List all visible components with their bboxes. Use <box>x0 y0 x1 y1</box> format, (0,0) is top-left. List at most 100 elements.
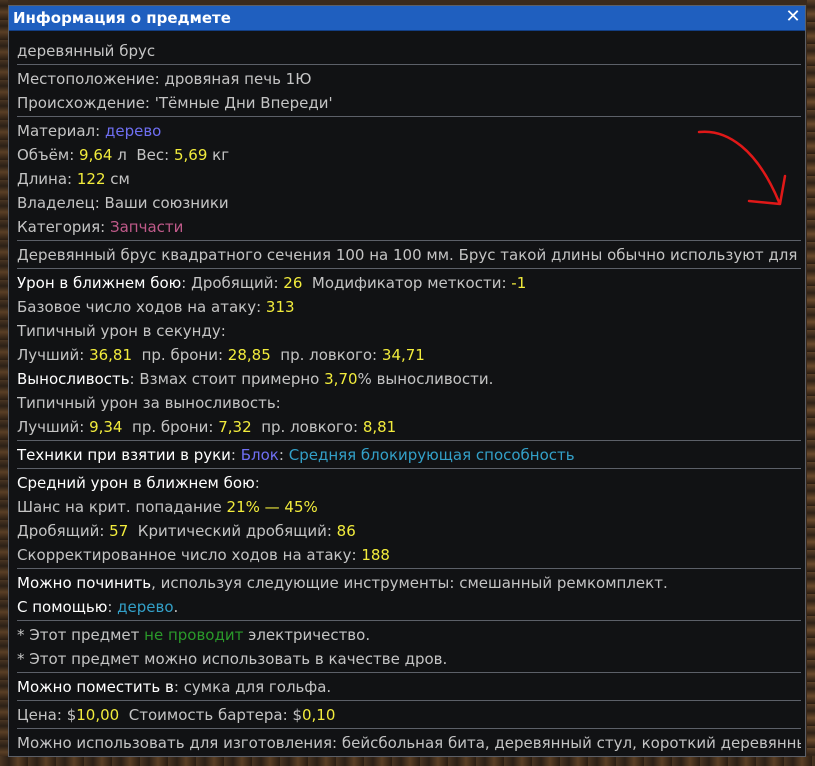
location-value: дровяная печь 1Ю <box>164 70 312 88</box>
divider <box>17 64 801 65</box>
red-arrow-annotation <box>697 130 787 206</box>
best-label: Лучший: <box>17 346 85 364</box>
agile-value: 34,71 <box>381 346 425 364</box>
avg-bash-row: Дробящий: 57 Критический дробящий: 86 <box>17 519 801 543</box>
adj-moves-value: 188 <box>361 546 390 564</box>
barter-label: Стоимость бартера: $ <box>128 706 302 724</box>
category-row: Категория: Запчасти <box>17 215 801 239</box>
avg-bash-label: Дробящий: <box>17 522 105 540</box>
divider <box>17 468 801 469</box>
divider <box>17 700 801 701</box>
block-desc: Средняя блокирующая способность <box>288 446 575 464</box>
divider <box>17 440 801 441</box>
adj-moves-row: Скорректированное число ходов на атаку: … <box>17 543 801 567</box>
length-value: 122 <box>76 170 106 188</box>
barter-value: 0,10 <box>301 706 336 724</box>
arrow-head <box>747 174 787 206</box>
best-value: 36,81 <box>89 346 133 364</box>
item-details: деревянный брус Местоположение: дровяная… <box>17 39 801 755</box>
block-label: Блок <box>240 446 279 464</box>
avg-melee-header-row: Средний урон в ближнем бою: <box>17 474 260 492</box>
background-bottom-edge <box>0 756 815 766</box>
repair-with-label: С помощью <box>17 598 108 616</box>
s-agile-label: пр. ловкого: <box>261 418 359 436</box>
volume-unit: л <box>112 146 127 164</box>
material-row: Материал: дерево <box>17 119 801 143</box>
container-label: Можно поместить в <box>17 678 174 696</box>
stamina-text: Взмах стоит примерно <box>139 370 320 388</box>
stamina-row: Выносливость: Взмах стоит примерно 3,70%… <box>17 370 494 388</box>
weight-label: Вес: <box>136 146 170 164</box>
s-armor-label: пр. брони: <box>132 418 214 436</box>
location-row: Местоположение: дровяная печь 1Ю <box>17 67 801 91</box>
armor-label: пр. брони: <box>141 346 224 364</box>
melee-damage-row: Урон в ближнем бою: Дробящий: 26 Модифик… <box>17 274 527 292</box>
craft-row: Можно использовать для изготовления: бей… <box>17 731 801 755</box>
craft-label: Можно использовать для изготовления: <box>17 734 338 752</box>
origin-label: Происхождение: <box>17 94 150 112</box>
volume-label: Объём: <box>17 146 75 164</box>
techniques-row: Техники при взятии в руки: Блок: Средняя… <box>17 446 575 464</box>
window-title: Информация о предмете <box>13 9 231 27</box>
length-row: Длина: 122 см <box>17 167 801 191</box>
divider <box>17 268 801 269</box>
price-row: Цена: $10,00 Стоимость бартера: $0,10 <box>17 703 801 727</box>
close-icon[interactable]: ✕ <box>784 8 802 26</box>
price-label: Цена: $ <box>17 706 77 724</box>
length-unit: см <box>105 170 130 188</box>
note1-post: электричество. <box>243 626 371 644</box>
container-row: Можно поместить в: сумка для гольфа. <box>17 678 332 696</box>
melee-header: Урон в ближнем бою <box>17 274 182 292</box>
armor-value: 28,85 <box>227 346 271 364</box>
agile-label: пр. ловкого: <box>280 346 378 364</box>
divider <box>17 672 801 673</box>
base-moves-value: 313 <box>265 298 295 316</box>
background-right-edge <box>807 0 815 766</box>
note1-pre: * Этот предмет <box>17 626 145 644</box>
stamina-dmg-header: Типичный урон за выносливость: <box>17 394 281 412</box>
divider <box>17 728 801 729</box>
owner-row: Владелец: Ваши союзники <box>17 191 801 215</box>
divider <box>17 240 801 241</box>
stamina-text-post: % выносливости. <box>357 370 494 388</box>
item-info-window: Информация о предмете ✕ деревянный брус … <box>8 5 806 757</box>
note1-value: не проводит <box>144 626 244 644</box>
crit-label: Шанс на крит. попадание <box>17 498 222 516</box>
material-label: Материал: <box>17 122 101 140</box>
dps-row: Лучший: 36,81 пр. брони: 28,85 пр. ловко… <box>17 343 801 367</box>
material-value: дерево <box>104 122 162 140</box>
avg-bash-value: 57 <box>109 522 129 540</box>
note-firewood: * Этот предмет можно использовать в каче… <box>17 650 448 668</box>
background-left-edge <box>0 0 8 766</box>
divider <box>17 116 801 117</box>
owner-label: Владелец: <box>17 194 100 212</box>
s-agile-value: 8,81 <box>362 418 397 436</box>
stamina-dmg-row: Лучший: 9,34 пр. брони: 7,32 пр. ловкого… <box>17 415 801 439</box>
arrow-shaft <box>697 130 781 204</box>
s-best-value: 9,34 <box>89 418 123 436</box>
dps-header: Типичный урон в секунду: <box>17 322 226 340</box>
description: Деревянный брус квадратного сечения 100 … <box>17 246 798 264</box>
title-bar[interactable]: Информация о предмете ✕ <box>9 6 805 31</box>
weight-value: 5,69 <box>173 146 208 164</box>
s-armor-value: 7,32 <box>218 418 252 436</box>
avg-melee-header: Средний урон в ближнем бою <box>17 474 255 492</box>
origin-row: Происхождение: 'Тёмные Дни Впереди' <box>17 91 801 115</box>
crit-value: 21% — 45% <box>226 498 318 516</box>
repair-label: Можно починить <box>17 574 152 592</box>
owner-value: Ваши союзники <box>104 194 229 212</box>
item-name: деревянный брус <box>17 42 156 60</box>
repair-row: Можно починить, используя следующие инст… <box>17 571 801 595</box>
craft-items: бейсбольная бита, деревянный стул, корот… <box>341 734 801 752</box>
length-label: Длина: <box>17 170 73 188</box>
adj-moves-label: Скорректированное число ходов на атаку: <box>17 546 357 564</box>
repair-with-value: дерево <box>117 598 174 616</box>
divider <box>17 620 801 621</box>
volume-value: 9,64 <box>79 146 113 164</box>
price-value: 10,00 <box>76 706 120 724</box>
volume-weight-row: Объём: 9,64 л Вес: 5,69 кг <box>17 143 801 167</box>
container-value: сумка для гольфа. <box>183 678 332 696</box>
base-moves-row: Базовое число ходов на атаку: 313 <box>17 295 801 319</box>
base-moves-label: Базовое число ходов на атаку: <box>17 298 262 316</box>
divider <box>17 568 801 569</box>
